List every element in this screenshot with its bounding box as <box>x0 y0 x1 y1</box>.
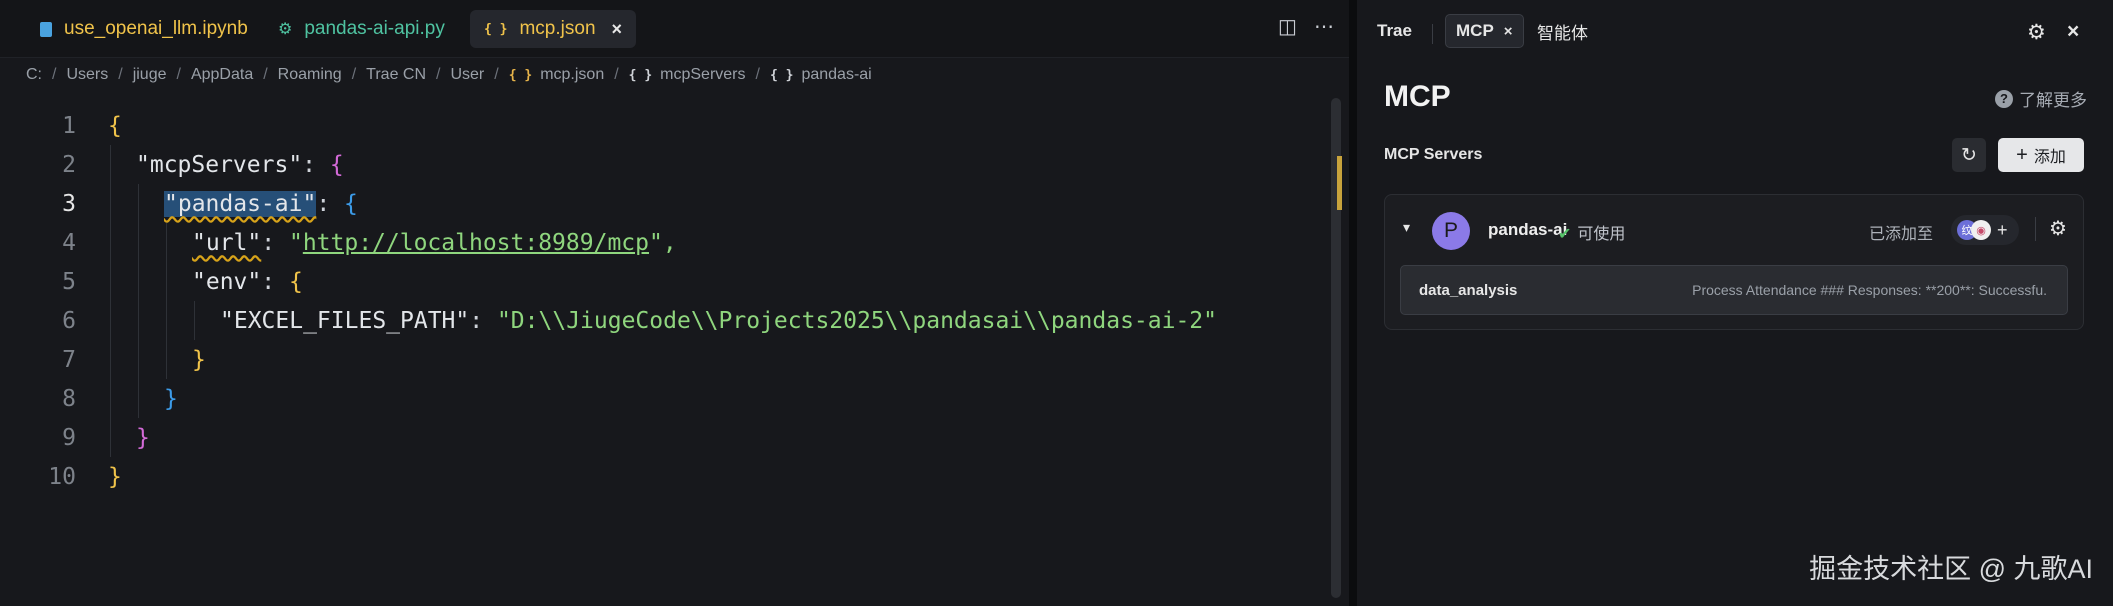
tool-description: Process Attendance ### Responses: **200*… <box>1692 282 2047 298</box>
refresh-icon: ↻ <box>1961 144 1977 166</box>
code-editor[interactable]: 1 { 2 "mcpServers": { 3 "pandas-ai": { 4… <box>0 106 1320 496</box>
breadcrumb-item[interactable]: Roaming <box>278 66 342 84</box>
close-icon[interactable]: × <box>612 19 623 40</box>
notebook-icon <box>40 21 52 37</box>
code-line: 6 "EXCEL_FILES_PATH": "D:\\JiugeCode\\Pr… <box>0 301 1320 340</box>
tool-row[interactable]: data_analysis Process Attendance ### Res… <box>1400 265 2068 315</box>
code-line: 7 } <box>0 340 1320 379</box>
gear-icon[interactable]: ⚙ <box>2027 20 2046 45</box>
agent-avatar: ◉ <box>1971 220 1991 240</box>
code-line: 5 "env": { <box>0 262 1320 301</box>
refresh-button[interactable]: ↻ <box>1952 138 1986 172</box>
learn-more-link[interactable]: ? 了解更多 <box>1995 86 2087 111</box>
line-number: 9 <box>62 424 76 451</box>
breadcrumb-item[interactable]: C: <box>26 66 42 84</box>
mcp-servers-heading: MCP Servers <box>1384 146 1483 163</box>
line-number: 4 <box>62 229 76 256</box>
python-icon: ⚙ <box>278 21 293 38</box>
url-link[interactable]: http://localhost:8989/mcp <box>303 230 649 256</box>
add-server-button[interactable]: + 添加 <box>1998 138 2084 172</box>
code-line-current: 3 "pandas-ai": { <box>0 184 1320 223</box>
line-number: 6 <box>62 307 76 334</box>
close-icon[interactable]: × <box>1504 23 1513 40</box>
more-actions-icon[interactable]: ⋯ <box>1314 14 1334 39</box>
agent-selector[interactable]: 纹 ◉ + <box>1951 215 2019 245</box>
breadcrumb-item[interactable]: Users <box>66 66 108 84</box>
tab-use-openai-llm[interactable]: use_openai_llm.ipynb <box>26 10 262 48</box>
code-line: 9 } <box>0 418 1320 457</box>
line-number: 5 <box>62 268 76 295</box>
selected-text[interactable]: "pandas-ai" <box>164 190 317 217</box>
editor-panel: use_openai_llm.ipynb ⚙ pandas-ai-api.py … <box>0 0 1349 606</box>
page-title: MCP <box>1384 80 1451 113</box>
watermark: 掘金技术社区 @ 九歌AI <box>1809 554 2093 584</box>
tab-label: use_openai_llm.ipynb <box>64 18 248 39</box>
tool-name: data_analysis <box>1419 282 1518 299</box>
json-icon: { } <box>484 21 508 37</box>
help-icon: ? <box>1995 89 2013 108</box>
check-icon: ✔ <box>1558 226 1572 243</box>
tab-trae[interactable]: Trae <box>1367 14 1422 48</box>
object-icon: { } <box>628 67 653 83</box>
breadcrumb-item[interactable]: jiuge <box>133 66 167 84</box>
line-number: 1 <box>62 112 76 139</box>
server-name: pandas-ai <box>1488 220 1568 239</box>
server-card: ▾ P pandas-ai ✔ 可使用 已添加至 纹 ◉ + ⚙ data_ana… <box>1384 194 2084 330</box>
close-icon[interactable]: × <box>2067 20 2079 44</box>
breadcrumb-item[interactable]: AppData <box>191 66 253 84</box>
editor-tab-bar: use_openai_llm.ipynb ⚙ pandas-ai-api.py … <box>0 0 1349 58</box>
json-icon: { } <box>508 67 533 83</box>
divider <box>1432 24 1433 44</box>
breadcrumb-item[interactable]: User <box>450 66 484 84</box>
panel-tab-bar: Trae MCP × 智能体 ⚙ × <box>1357 10 2113 50</box>
divider <box>2035 217 2036 241</box>
plus-icon: + <box>2016 143 2028 166</box>
breadcrumb-item[interactable]: Trae CN <box>366 66 426 84</box>
breadcrumb-item-symbol[interactable]: { } mcpServers <box>629 66 746 84</box>
code-line: 4 "url": "http://localhost:8989/mcp", <box>0 223 1320 262</box>
code-line: 1 { <box>0 106 1320 145</box>
mcp-panel: Trae MCP × 智能体 ⚙ × MCP ? 了解更多 MCP Server… <box>1357 0 2113 606</box>
code-line: 8 } <box>0 379 1320 418</box>
line-number: 2 <box>62 151 76 178</box>
chevron-down-icon[interactable]: ▾ <box>1403 219 1410 236</box>
breadcrumb: C: / Users / jiuge / AppData / Roaming / Trae… <box>26 66 872 84</box>
line-number: 3 <box>62 190 76 217</box>
plus-icon: + <box>1997 219 2008 240</box>
gear-icon[interactable]: ⚙ <box>2049 216 2067 241</box>
added-to-label: 已添加至 <box>1869 226 1934 243</box>
tab-label: pandas-ai-api.py <box>304 18 445 39</box>
scrollbar-highlight-marker <box>1337 156 1342 210</box>
tab-mcp-json[interactable]: { } mcp.json × <box>470 10 637 48</box>
split-editor-icon[interactable]: ◫ <box>1278 14 1297 39</box>
line-number: 10 <box>48 463 76 490</box>
code-line: 2 "mcpServers": { <box>0 145 1320 184</box>
line-number: 7 <box>62 346 76 373</box>
tab-label: mcp.json <box>519 18 596 39</box>
breadcrumb-item-symbol[interactable]: { } pandas-ai <box>770 66 872 84</box>
server-avatar: P <box>1432 212 1470 250</box>
breadcrumb-item-file[interactable]: { } mcp.json <box>509 66 605 84</box>
tab-agent[interactable]: 智能体 <box>1527 14 1598 48</box>
server-status: ✔ 可使用 <box>1558 226 1626 243</box>
tab-pandas-ai-api[interactable]: ⚙ pandas-ai-api.py <box>264 10 459 48</box>
tab-mcp[interactable]: MCP × <box>1445 14 1524 48</box>
line-number: 8 <box>62 385 76 412</box>
object-icon: { } <box>769 67 794 83</box>
code-line: 10 } <box>0 457 1320 496</box>
